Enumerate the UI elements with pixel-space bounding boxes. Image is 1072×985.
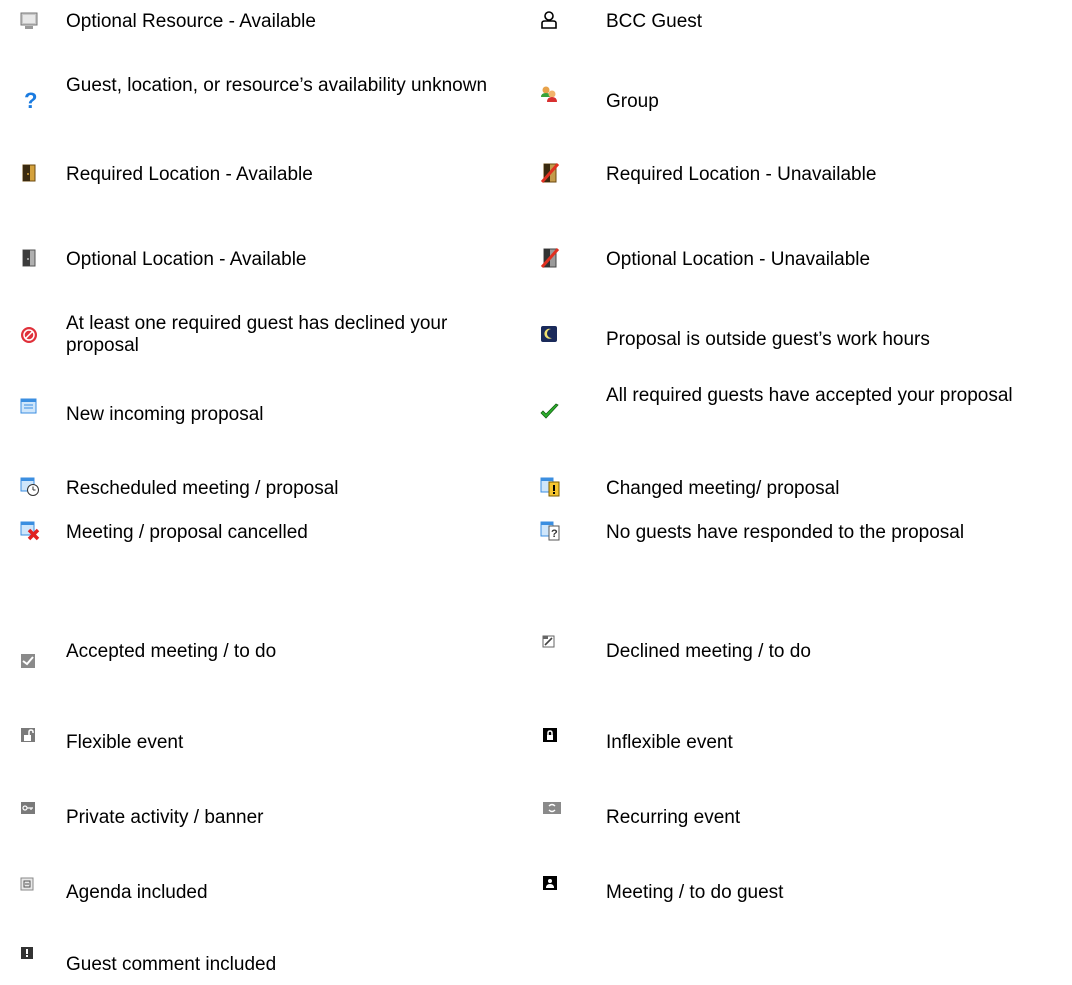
svg-text:?: ? xyxy=(551,528,558,540)
legend-label: Accepted meeting / to do xyxy=(66,641,277,662)
legend-label: Agenda included xyxy=(66,882,208,903)
legend-label: Proposal is outside guest’s work hours xyxy=(606,329,930,350)
meeting-guest-icon xyxy=(542,875,560,893)
accepted-meeting-icon xyxy=(20,653,38,671)
guest-comment-icon xyxy=(20,946,38,964)
bcc-guest-icon xyxy=(540,11,558,29)
legend-label: New incoming proposal xyxy=(66,404,264,425)
recurring-event-icon xyxy=(542,801,561,819)
availability-unknown-icon: ? xyxy=(22,90,40,112)
legend-label: Meeting / to do guest xyxy=(606,882,784,903)
inflexible-event-icon xyxy=(542,727,560,745)
declined-proposal-icon xyxy=(20,326,38,344)
legend-label: Optional Resource - Available xyxy=(66,11,316,32)
legend-label: Recurring event xyxy=(606,807,741,828)
new-incoming-proposal-icon xyxy=(20,397,38,415)
calendar-icon-legend: { "legend": { "left": [ {"icon": "option… xyxy=(0,0,1072,985)
legend-label: No guests have responded to the proposal xyxy=(606,522,965,543)
legend-label: Flexible event xyxy=(66,732,184,753)
legend-label: All required guests have accepted your p… xyxy=(606,385,1013,406)
agenda-included-icon xyxy=(20,877,38,895)
optional-location-available-icon xyxy=(20,249,38,267)
legend-label: At least one required guest has declined… xyxy=(66,313,448,356)
legend-label: Private activity / banner xyxy=(66,807,264,828)
required-location-unavailable-icon xyxy=(540,163,560,183)
optional-location-unavailable-icon xyxy=(540,248,560,268)
legend-label: Meeting / proposal cancelled xyxy=(66,522,308,543)
no-response-icon: ? xyxy=(540,521,560,541)
rescheduled-meeting-icon xyxy=(20,477,39,496)
legend-label: Required Location - Available xyxy=(66,164,313,185)
legend-label: Guest comment included xyxy=(66,954,277,975)
flexible-event-icon xyxy=(20,727,38,745)
legend-label: Optional Location - Unavailable xyxy=(606,249,871,270)
legend-label: Declined meeting / to do xyxy=(606,641,811,662)
all-accepted-icon xyxy=(540,403,559,421)
changed-meeting-icon xyxy=(540,477,560,497)
private-activity-icon xyxy=(20,801,38,819)
legend-label: Inflexible event xyxy=(606,732,733,753)
meeting-cancelled-icon xyxy=(20,521,40,541)
required-location-available-icon xyxy=(20,164,38,182)
outside-work-hours-icon xyxy=(540,325,558,343)
legend-label: Group xyxy=(606,91,659,112)
legend-label: BCC Guest xyxy=(606,11,703,32)
legend-label: Rescheduled meeting / proposal xyxy=(66,478,339,499)
legend-label: Changed meeting/ proposal xyxy=(606,478,840,499)
legend-label: Optional Location - Available xyxy=(66,249,307,270)
legend-label: Required Location - Unavailable xyxy=(606,164,877,185)
svg-text:?: ? xyxy=(24,90,37,112)
optional-resource-available-icon xyxy=(20,12,38,30)
legend-label: Guest, location, or resource’s availabil… xyxy=(66,75,488,96)
group-icon xyxy=(540,85,558,103)
declined-meeting-icon xyxy=(542,635,560,653)
